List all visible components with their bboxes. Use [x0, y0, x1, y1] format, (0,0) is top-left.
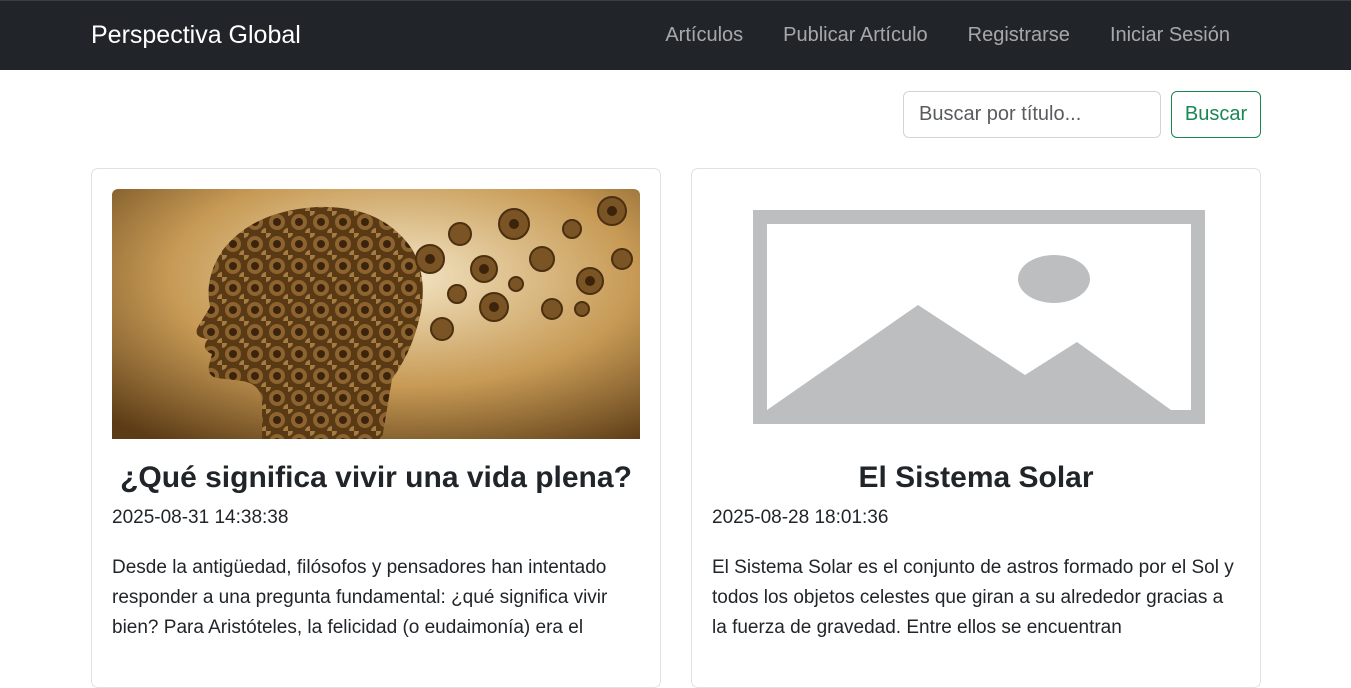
article-title[interactable]: El Sistema Solar	[712, 461, 1240, 495]
brand-link[interactable]: Perspectiva Global	[91, 21, 301, 50]
search-form: Buscar	[0, 70, 1351, 138]
article-date: 2025-08-28 18:01:36	[712, 507, 889, 528]
article-list: ¿Qué significa vivir una vida plena? 202…	[0, 138, 1351, 688]
top-navbar: Perspectiva Global Artículos Publicar Ar…	[0, 0, 1351, 70]
nav-link-registrarse[interactable]: Registrarse	[968, 24, 1070, 47]
head-of-gears-image	[112, 189, 640, 439]
nav-link-publicar-articulo[interactable]: Publicar Artículo	[783, 24, 928, 47]
nav-link-iniciar-sesion[interactable]: Iniciar Sesión	[1110, 24, 1230, 47]
article-card: ¿Qué significa vivir una vida plena? 202…	[91, 168, 661, 688]
search-input[interactable]	[903, 91, 1161, 138]
article-title[interactable]: ¿Qué significa vivir una vida plena?	[112, 461, 640, 495]
nav-links: Artículos Publicar Artículo Registrarse …	[665, 24, 1230, 47]
article-excerpt: Desde la antigüedad, filósofos y pensado…	[112, 557, 608, 638]
nav-link-articulos[interactable]: Artículos	[665, 24, 743, 47]
article-excerpt: El Sistema Solar es el conjunto de astro…	[712, 557, 1234, 638]
article-date: 2025-08-31 14:38:38	[112, 507, 289, 528]
image-placeholder-icon	[712, 189, 1240, 439]
article-card: El Sistema Solar 2025-08-28 18:01:36 El …	[691, 168, 1261, 688]
search-button[interactable]: Buscar	[1171, 91, 1261, 138]
